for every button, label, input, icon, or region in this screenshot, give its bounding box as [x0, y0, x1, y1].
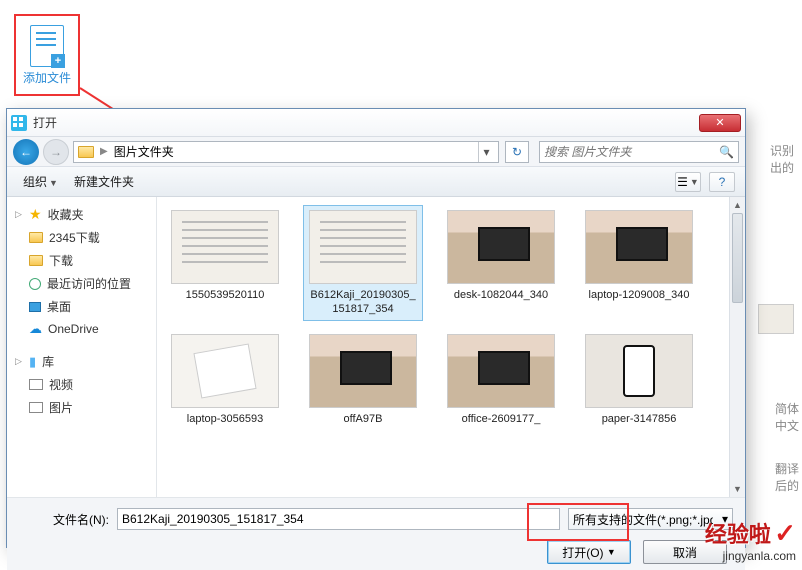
file-name-label: laptop-1209008_340: [589, 288, 690, 302]
scroll-thumb[interactable]: [732, 213, 743, 303]
file-item[interactable]: paper-3147856: [579, 329, 699, 431]
nav-forward-button[interactable]: →: [43, 139, 69, 165]
add-file-label: 添加文件: [23, 69, 71, 86]
add-file-icon: +: [30, 25, 64, 67]
video-icon: [29, 379, 43, 390]
bg-partial-text-2: 简体中文: [775, 400, 802, 434]
nav-bar: ← → ▶ 图片文件夹 ▾ ↻ 🔍: [7, 137, 745, 167]
nav-back-button[interactable]: ←: [13, 139, 39, 165]
file-thumbnail: [585, 334, 693, 408]
sidebar-library[interactable]: ▷▮库: [7, 350, 156, 373]
file-thumbnail: [447, 210, 555, 284]
sidebar: ▷★收藏夹 2345下载 下载 最近访问的位置 桌面 ☁OneDrive ▷▮库…: [7, 197, 157, 497]
file-name-label: office-2609177_: [462, 412, 541, 426]
file-thumbnail: [309, 210, 417, 284]
folder-icon: [29, 232, 43, 243]
recent-icon: [29, 278, 41, 290]
file-item[interactable]: offA97B: [303, 329, 423, 431]
scroll-up-button[interactable]: ▲: [730, 197, 745, 213]
sidebar-favorites[interactable]: ▷★收藏夹: [7, 203, 156, 226]
view-mode-button[interactable]: ☰▼: [675, 172, 701, 192]
chevron-right-icon: ▶: [100, 146, 108, 157]
open-button[interactable]: 打开(O) ▼: [547, 540, 631, 564]
bg-partial-text-3: 翻译后的: [775, 460, 802, 494]
filename-input[interactable]: [117, 508, 560, 530]
file-item[interactable]: desk-1082044_340: [441, 205, 561, 321]
dialog-footer: 文件名(N): 所有支持的文件(*.png;*.jpg;*.b ▾ 打开(O) …: [7, 497, 745, 570]
folder-icon: [29, 255, 43, 266]
bg-thumbnail: [758, 304, 794, 334]
file-name-label: B612Kaji_20190305_151817_354: [308, 288, 418, 316]
file-name-label: 1550539520110: [186, 288, 265, 302]
file-item[interactable]: B612Kaji_20190305_151817_354: [303, 205, 423, 321]
watermark-brand: 经验啦: [705, 522, 771, 547]
check-icon: ✓: [774, 518, 796, 548]
file-item[interactable]: 1550539520110: [165, 205, 285, 321]
cloud-icon: ☁: [29, 321, 42, 337]
library-icon: ▮: [29, 354, 36, 370]
file-thumbnail: [447, 334, 555, 408]
breadcrumb-segment[interactable]: 图片文件夹: [114, 143, 174, 160]
picture-icon: [29, 402, 43, 413]
dialog-title: 打开: [33, 114, 699, 131]
star-icon: ★: [29, 206, 42, 223]
bg-partial-text: 识别出的: [770, 142, 802, 176]
file-item[interactable]: office-2609177_: [441, 329, 561, 431]
sidebar-item-onedrive[interactable]: ☁OneDrive: [7, 318, 156, 340]
file-name-label: offA97B: [344, 412, 383, 426]
scroll-down-button[interactable]: ▼: [730, 481, 745, 497]
file-thumbnail: [309, 334, 417, 408]
file-list-pane[interactable]: 1550539520110 B612Kaji_20190305_151817_35…: [157, 197, 745, 497]
file-name-label: paper-3147856: [602, 412, 677, 426]
path-breadcrumb[interactable]: ▶ 图片文件夹 ▾: [73, 141, 499, 163]
new-folder-button[interactable]: 新建文件夹: [68, 171, 140, 192]
search-icon[interactable]: 🔍: [719, 145, 734, 159]
path-dropdown[interactable]: ▾: [478, 142, 494, 162]
sidebar-item-downloads[interactable]: 下载: [7, 249, 156, 272]
open-file-dialog: 打开 ✕ ← → ▶ 图片文件夹 ▾ ↻ 🔍 组织▼ 新建文件夹 ☰▼ ? ▷★…: [6, 108, 746, 548]
app-icon: [11, 115, 27, 131]
file-name-label: laptop-3056593: [187, 412, 263, 426]
toolbar: 组织▼ 新建文件夹 ☰▼ ?: [7, 167, 745, 197]
folder-icon: [78, 146, 94, 158]
filename-label: 文件名(N):: [19, 511, 109, 528]
file-filter-text: 所有支持的文件(*.png;*.jpg;*.b: [573, 511, 713, 528]
add-file-button[interactable]: + 添加文件: [14, 14, 80, 96]
file-thumbnail: [171, 334, 279, 408]
refresh-button[interactable]: ↻: [505, 141, 529, 163]
sidebar-item-2345dl[interactable]: 2345下载: [7, 226, 156, 249]
watermark-url: jingyanla.com: [705, 549, 796, 563]
sidebar-item-desktop[interactable]: 桌面: [7, 295, 156, 318]
file-thumbnail: [585, 210, 693, 284]
dialog-titlebar: 打开 ✕: [7, 109, 745, 137]
watermark: 经验啦 ✓ jingyanla.com: [705, 517, 796, 563]
sidebar-item-pictures[interactable]: 图片: [7, 396, 156, 419]
file-name-label: desk-1082044_340: [454, 288, 548, 302]
organize-menu[interactable]: 组织▼: [17, 171, 64, 192]
sidebar-item-videos[interactable]: 视频: [7, 373, 156, 396]
search-box[interactable]: 🔍: [539, 141, 739, 163]
sidebar-item-recent[interactable]: 最近访问的位置: [7, 272, 156, 295]
desktop-icon: [29, 302, 41, 312]
vertical-scrollbar[interactable]: ▲ ▼: [729, 197, 745, 497]
file-thumbnail: [171, 210, 279, 284]
help-button[interactable]: ?: [709, 172, 735, 192]
close-button[interactable]: ✕: [699, 114, 741, 132]
file-item[interactable]: laptop-3056593: [165, 329, 285, 431]
file-item[interactable]: laptop-1209008_340: [579, 205, 699, 321]
search-input[interactable]: [544, 145, 719, 159]
